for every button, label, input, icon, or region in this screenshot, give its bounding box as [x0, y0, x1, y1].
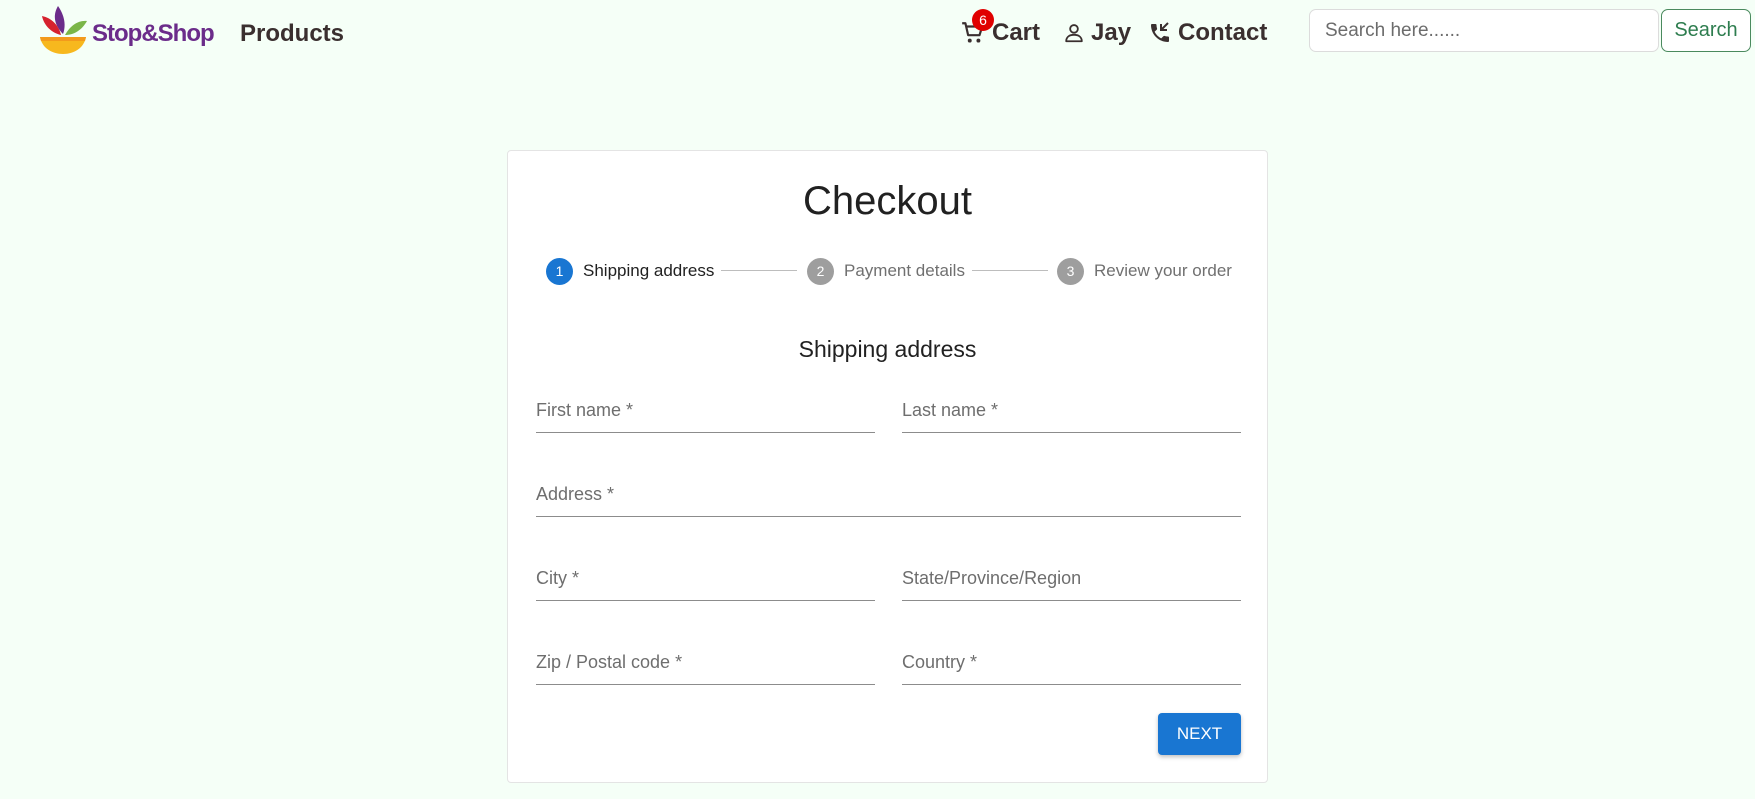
address-field[interactable] [536, 481, 1241, 517]
nav-contact-link[interactable]: Contact [1148, 19, 1267, 47]
step-connector [972, 270, 1048, 271]
first-name-field[interactable] [536, 397, 875, 433]
step-label-review-order: Review your order [1094, 261, 1232, 280]
logo[interactable]: Stop&Shop [38, 4, 215, 56]
stop-and-shop-logo-icon [40, 6, 87, 54]
checkout-stepper: 1 Shipping address 2 Payment details 3 R… [508, 257, 1267, 285]
cart-count-badge: 6 [972, 9, 994, 31]
step-number-2: 2 [807, 257, 834, 285]
step-payment-details: 2 Payment details [807, 257, 965, 285]
checkout-card: Checkout 1 Shipping address 2 Payment de… [507, 150, 1268, 783]
navbar: Stop&Shop Products 6 Cart Jay Contact Se… [0, 0, 1755, 70]
search-button[interactable]: Search [1661, 9, 1751, 52]
nav-cart-label: Cart [992, 19, 1041, 46]
step-label-payment-details: Payment details [844, 261, 965, 280]
zip-field[interactable] [536, 649, 875, 685]
section-title: Shipping address [798, 336, 977, 362]
logo-text: Stop&Shop [92, 20, 215, 47]
last-name-field[interactable] [902, 397, 1241, 433]
step-label-shipping-address: Shipping address [583, 261, 715, 280]
phone-icon [1151, 22, 1169, 42]
nav-user-label: Jay [1091, 19, 1132, 46]
country-field[interactable] [902, 649, 1241, 685]
step-connector [721, 270, 797, 271]
search-input[interactable] [1309, 9, 1659, 52]
city-field[interactable] [536, 565, 875, 601]
state-field[interactable] [902, 565, 1241, 601]
nav-contact-label: Contact [1178, 19, 1268, 46]
step-shipping-address: 1 Shipping address [546, 257, 714, 285]
nav-cart-link[interactable]: 6 Cart [960, 9, 1041, 47]
checkout-title: Checkout [803, 179, 972, 223]
next-button[interactable]: NEXT [1158, 713, 1241, 755]
step-review-order: 3 Review your order [1057, 257, 1232, 285]
user-icon [1065, 24, 1083, 43]
step-number-1: 1 [546, 257, 573, 285]
step-number-3: 3 [1057, 257, 1084, 285]
nav-products-link[interactable]: Products [240, 20, 344, 48]
nav-user-link[interactable]: Jay [1063, 19, 1131, 47]
